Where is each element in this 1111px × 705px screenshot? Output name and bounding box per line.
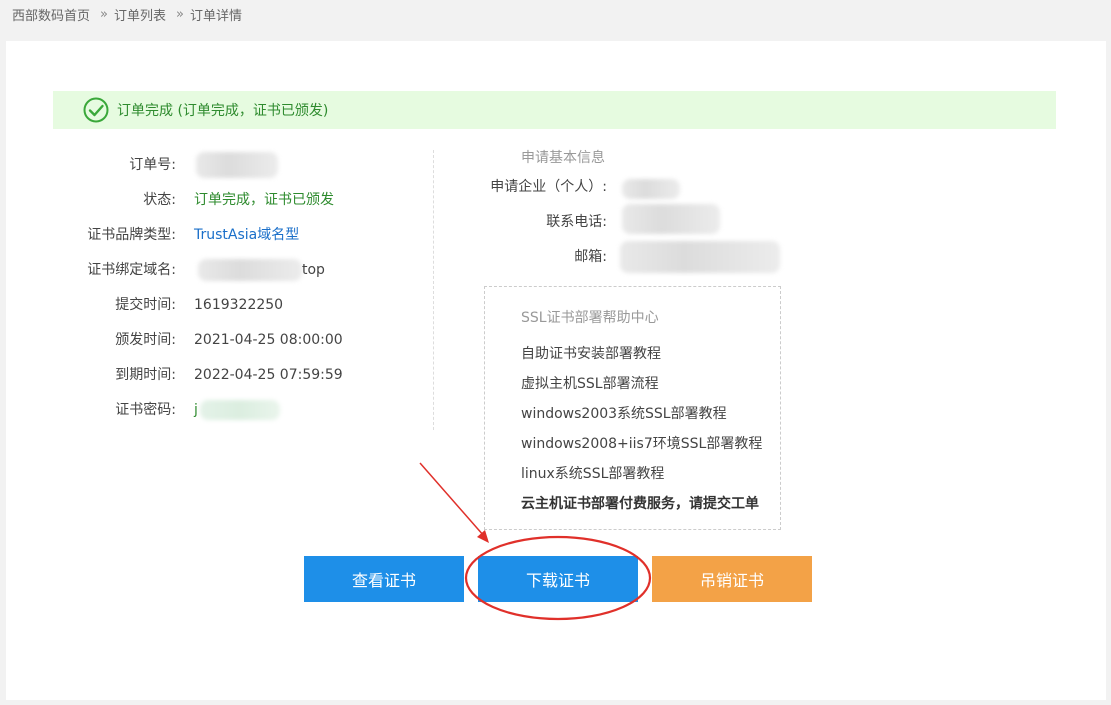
ssl-help-center: SSL证书部署帮助中心 自助证书安装部署教程 虚拟主机SSL部署流程 windo… bbox=[484, 286, 781, 530]
help-link-windows2003[interactable]: windows2003系统SSL部署教程 bbox=[521, 403, 727, 423]
phone-redacted bbox=[622, 204, 720, 234]
company-redacted bbox=[622, 179, 680, 199]
password-prefix: j bbox=[194, 402, 198, 418]
issue-time-value: 2021-04-25 08:00:00 bbox=[194, 332, 343, 348]
submit-time-label: 提交时间: bbox=[115, 297, 176, 313]
status-banner: 订单完成 (订单完成，证书已颁发) bbox=[53, 91, 1056, 129]
help-link-paid-service[interactable]: 云主机证书部署付费服务，请提交工单 bbox=[521, 493, 759, 513]
breadcrumb-separator: » bbox=[176, 7, 184, 22]
submit-time-value: 1619322250 bbox=[194, 297, 284, 313]
password-label: 证书密码: bbox=[115, 402, 176, 418]
help-link-linux[interactable]: linux系统SSL部署教程 bbox=[521, 463, 664, 483]
breadcrumb-current: 订单详情 bbox=[189, 9, 242, 24]
help-link-windows2008[interactable]: windows2008+iis7环境SSL部署教程 bbox=[521, 433, 762, 453]
help-link-self-install[interactable]: 自助证书安装部署教程 bbox=[521, 343, 661, 363]
phone-label: 联系电话: bbox=[546, 214, 607, 230]
view-certificate-button[interactable]: 查看证书 bbox=[304, 556, 464, 602]
issue-time-label: 颁发时间: bbox=[115, 332, 176, 348]
applicant-section-title: 申请基本信息 bbox=[521, 150, 605, 166]
revoke-certificate-button[interactable]: 吊销证书 bbox=[652, 556, 812, 602]
order-no-redacted bbox=[196, 152, 278, 178]
help-link-virtual-host[interactable]: 虚拟主机SSL部署流程 bbox=[521, 373, 659, 393]
breadcrumb: 西部数码首页 » 订单列表 » 订单详情 bbox=[12, 5, 242, 24]
download-certificate-button[interactable]: 下载证书 bbox=[478, 556, 638, 602]
check-circle-icon bbox=[83, 97, 109, 123]
expire-time-label: 到期时间: bbox=[115, 367, 176, 383]
breadcrumb-order-list[interactable]: 订单列表 bbox=[114, 5, 166, 24]
password-redacted bbox=[200, 400, 280, 420]
breadcrumb-separator: » bbox=[100, 7, 108, 22]
breadcrumb-home[interactable]: 西部数码首页 bbox=[12, 5, 90, 24]
email-label: 邮箱: bbox=[574, 249, 607, 265]
expire-time-value: 2022-04-25 07:59:59 bbox=[194, 367, 343, 383]
order-no-label: 订单号: bbox=[129, 157, 176, 173]
status-banner-text: 订单完成 (订单完成，证书已颁发) bbox=[117, 103, 329, 119]
help-center-title: SSL证书部署帮助中心 bbox=[521, 310, 659, 326]
email-redacted bbox=[620, 241, 780, 273]
company-label: 申请企业（个人）: bbox=[490, 179, 607, 195]
